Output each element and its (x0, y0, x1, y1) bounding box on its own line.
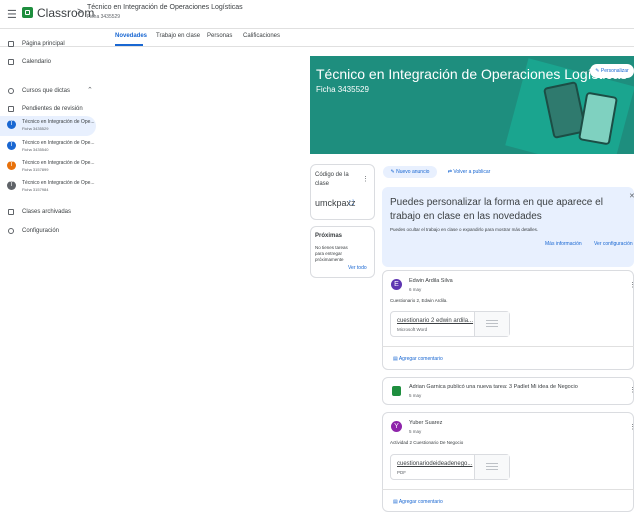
post-author: Yuber Suarez (409, 420, 443, 426)
document-thumbnail (474, 455, 509, 479)
sidebar-item-label: Configuración (22, 228, 60, 234)
pending-review-icon (8, 106, 14, 112)
stream-task-post[interactable] (382, 377, 634, 405)
more-info-link[interactable]: Más información (545, 241, 582, 247)
sidebar-item-label: Página principal (22, 41, 65, 47)
sidebar-item-teaching[interactable]: Cursos que dictas ⌃ (0, 84, 100, 98)
breadcrumb-course-title[interactable]: Técnico en Integración de Operaciones Lo… (87, 4, 243, 11)
banner-title: Técnico en Integración de Operaciones Lo… (316, 66, 628, 82)
more-options-icon[interactable]: ⋮ (629, 423, 634, 431)
sidebar-item-label: Calendario (22, 59, 52, 65)
view-all-link[interactable]: Ver todo (348, 265, 367, 271)
tab-novedades[interactable]: Novedades (115, 33, 147, 39)
info-card-title: Puedes personalizar la forma en que apar… (390, 197, 603, 222)
post-date: 6 may (409, 287, 422, 292)
attachment-name: cuestionario 2 edwin ardila... (397, 318, 474, 324)
gear-icon (8, 228, 14, 234)
top-app-bar: ☰ Classroom > Técnico en Integración de … (0, 0, 634, 29)
course-avatar: T (7, 141, 16, 150)
class-code-label: Código de la clase (315, 172, 349, 187)
more-options-icon[interactable]: ⋮ (629, 386, 634, 394)
sidebar-item-label: Clases archivadas (22, 209, 72, 215)
document-thumbnail (474, 312, 509, 336)
course-name: Técnico en Integración de Ope... (22, 160, 95, 166)
course-ficha: Ficha 3157899 (22, 167, 49, 172)
post-date: 5 may (409, 393, 422, 398)
divider (382, 489, 634, 490)
tab-personas[interactable]: Personas (207, 33, 232, 39)
sidebar-item-home[interactable]: Página principal (0, 37, 100, 51)
add-comment-label: Agregar comentario (398, 356, 443, 362)
customize-label: Personalizar (600, 68, 629, 74)
course-name: Técnico en Integración de Ope... (22, 140, 95, 146)
banner-subtitle: Ficha 3435529 (316, 85, 369, 94)
new-announcement-label: Nuevo anuncio (396, 169, 430, 175)
attachment-type: Microsoft Word (397, 327, 428, 332)
active-tab-indicator (115, 44, 143, 46)
add-comment-label: Agregar comentario (398, 499, 443, 505)
sidebar-item-calendar[interactable]: Calendario (0, 55, 100, 69)
tab-trabajo-en-clase[interactable]: Trabajo en clase (156, 33, 200, 39)
upcoming-title: Próximas (315, 233, 343, 239)
sidebar-course-2[interactable]: T Técnico en Integración de Ope... Ficha… (0, 137, 96, 157)
sidebar-course-1[interactable]: T Técnico en Integración de Ope... Ficha… (0, 116, 96, 136)
breadcrumb-course-ficha: Ficha 3435529 (87, 14, 121, 20)
post-date: 5 may (409, 429, 422, 434)
customize-button[interactable]: ✎ Personalizar (590, 64, 634, 78)
course-ficha: Ficha 3157984 (22, 187, 49, 192)
fullscreen-icon[interactable]: ⛶ (349, 200, 354, 208)
post-body: Cuestionario 2, Edwin Ardila. (390, 298, 448, 303)
course-avatar: T (7, 181, 16, 190)
new-announcement-button[interactable]: ✎ Nuevo anuncio (383, 166, 437, 178)
sidebar-item-label: Cursos que dictas (22, 88, 71, 94)
sidebar-item-label: Pendientes de revisión (22, 106, 83, 112)
course-name: Técnico en Integración de Ope... (22, 180, 95, 186)
author-avatar: Y (391, 421, 402, 432)
course-avatar: T (7, 120, 16, 129)
repost-label: Volver a publicar (453, 169, 491, 175)
attachment-card[interactable]: cuestionariodeideadenego... PDF (390, 454, 510, 480)
course-name: Técnico en Integración de Ope... (22, 119, 95, 125)
chevron-up-icon[interactable]: ⌃ (87, 86, 93, 94)
add-comment-button[interactable]: ▤ Agregar comentario (393, 499, 443, 505)
tab-calificaciones[interactable]: Calificaciones (243, 33, 280, 39)
archive-icon (8, 209, 14, 215)
divider (382, 346, 634, 347)
attachment-type: PDF (397, 470, 406, 475)
classroom-logo-icon[interactable] (22, 7, 33, 18)
sidebar-item-archived[interactable]: Clases archivadas (0, 205, 100, 219)
sidebar-item-settings[interactable]: Configuración (0, 224, 100, 238)
sidebar-course-3[interactable]: T Técnico en Integración de Ope... Ficha… (0, 157, 96, 177)
info-card-text: Puedes ocultar el trabajo en clase o exp… (390, 227, 539, 232)
course-ficha: Ficha 3435540 (22, 147, 49, 152)
add-comment-button[interactable]: ▤ Agregar comentario (393, 356, 443, 362)
assignment-icon (392, 386, 401, 396)
view-settings-link[interactable]: Ver configuración (594, 241, 633, 247)
sidebar-course-4[interactable]: T Técnico en Integración de Ope... Ficha… (0, 177, 96, 197)
post-author: Edwin Ardila Silva (409, 278, 453, 284)
more-options-icon[interactable]: ⋮ (629, 281, 634, 289)
upcoming-text: No tienes tareas para entregar próximame… (315, 245, 348, 262)
hamburger-menu-icon[interactable]: ☰ (7, 8, 17, 21)
attachment-name: cuestionariodeideadenego... (397, 461, 473, 467)
sidebar-item-pending[interactable]: Pendientes de revisión (0, 102, 100, 116)
home-icon (8, 41, 14, 47)
course-ficha: Ficha 3435529 (22, 126, 49, 131)
app-name[interactable]: Classroom (37, 6, 94, 20)
attachment-card[interactable]: cuestionario 2 edwin ardila... Microsoft… (390, 311, 510, 337)
post-body: Actividad 2 Cuestionario De Negocio (390, 440, 464, 445)
author-avatar: E (391, 279, 402, 290)
course-avatar: T (7, 161, 16, 170)
repost-button[interactable]: ⇄ Volver a publicar (443, 166, 495, 178)
calendar-icon (8, 59, 14, 65)
people-icon (8, 88, 14, 94)
breadcrumb-separator-icon: > (77, 6, 84, 18)
task-post-text: Adrian Garnica publicó una nueva tarea: … (409, 384, 578, 390)
more-options-icon[interactable]: ⋮ (362, 175, 369, 183)
